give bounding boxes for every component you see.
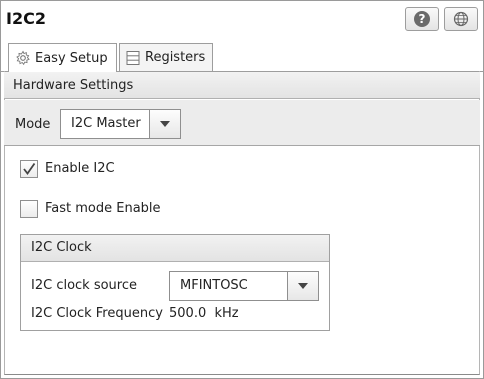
chevron-down-icon bbox=[298, 283, 308, 289]
hardware-settings-header: Hardware Settings bbox=[4, 72, 480, 99]
tab-easy-setup[interactable]: Easy Setup bbox=[8, 43, 117, 72]
mode-select-value: I2C Master bbox=[71, 116, 141, 131]
fast-mode-label: Fast mode Enable bbox=[45, 201, 161, 216]
enable-i2c-label: Enable I2C bbox=[45, 161, 115, 176]
mode-label: Mode bbox=[15, 117, 51, 132]
mode-select[interactable]: I2C Master bbox=[60, 109, 181, 139]
globe-icon bbox=[453, 11, 469, 27]
tab-easy-setup-label: Easy Setup bbox=[35, 50, 108, 66]
help-icon: ? bbox=[414, 11, 430, 27]
tab-registers[interactable]: Registers bbox=[119, 43, 213, 71]
gear-icon bbox=[16, 50, 30, 66]
chevron-down-icon bbox=[160, 121, 170, 127]
tab-registers-label: Registers bbox=[145, 50, 206, 65]
clock-frequency-label: I2C Clock Frequency bbox=[31, 306, 163, 321]
mode-dropdown-button[interactable] bbox=[149, 110, 180, 138]
globe-button[interactable] bbox=[444, 7, 478, 31]
clock-source-label: I2C clock source bbox=[31, 278, 138, 293]
checkmark-icon bbox=[23, 162, 36, 176]
help-button[interactable]: ? bbox=[405, 7, 439, 31]
enable-i2c-checkbox[interactable] bbox=[20, 160, 38, 178]
fast-mode-checkbox[interactable] bbox=[20, 200, 38, 218]
registers-icon bbox=[126, 50, 140, 65]
clock-frequency-value: 500.0 kHz bbox=[169, 306, 239, 321]
clock-source-dropdown-button[interactable] bbox=[287, 272, 318, 300]
i2c-clock-header: I2C Clock bbox=[21, 235, 329, 262]
window-title: I2C2 bbox=[6, 9, 46, 28]
clock-source-value: MFINTOSC bbox=[180, 278, 248, 293]
clock-source-select[interactable]: MFINTOSC bbox=[169, 271, 319, 301]
